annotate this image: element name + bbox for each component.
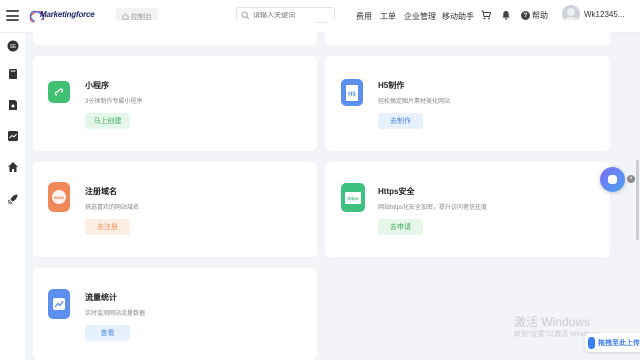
card-desc: 3分钟制作专属小程序 [85, 99, 143, 105]
brand-name: Marketingforce [40, 10, 95, 19]
view-traffic-button[interactable]: 查看 [85, 325, 130, 341]
mini-program-icon [48, 81, 70, 103]
statistics-icon[interactable] [7, 130, 19, 142]
search-input[interactable] [253, 11, 333, 19]
book-icon[interactable] [7, 68, 19, 80]
card-title: 流量统计 [85, 293, 117, 302]
assistant-float-icon[interactable] [600, 167, 625, 192]
svg-text:www: www [53, 195, 65, 200]
card-desc: 实时监测网站流量数据 [85, 311, 146, 317]
register-domain-button[interactable]: 去注册 [85, 219, 130, 235]
card-h5: H5 H5制作 轻松搞定图片素材美化网站 去制作 [325, 56, 610, 151]
scrollbar[interactable] [636, 160, 639, 240]
cart-icon[interactable] [481, 10, 491, 20]
left-sidebar: SE [0, 33, 25, 360]
upload-icon [588, 336, 595, 349]
rocket-icon[interactable] [7, 193, 19, 205]
card-traffic: 流量统计 实时监测网站流量数据 查看 [33, 268, 317, 360]
card-mini-program: 小程序 3分钟制作专属小程序 马上创建 [33, 56, 317, 151]
card-title: H5制作 [378, 81, 405, 90]
h5-icon: H5 [341, 79, 363, 106]
username[interactable]: Wk12345... [584, 10, 624, 19]
help-icon: ? [521, 11, 530, 20]
svg-text:H5: H5 [348, 92, 356, 98]
menu-icon[interactable] [6, 10, 19, 21]
card-desc: 轻松搞定图片素材美化网站 [378, 99, 451, 105]
create-mini-program-button[interactable]: 马上创建 [85, 113, 130, 129]
svg-text:https: https [348, 196, 359, 201]
card-domain: www 注册域名 挑选喜欢的网站域名 去注册 [33, 162, 317, 257]
traffic-chart-icon [48, 289, 70, 319]
svg-text:SE: SE [10, 44, 17, 50]
card-partial-left [33, 20, 317, 45]
card-desc: 挑选喜欢的网站域名 [85, 205, 140, 211]
search-icon [241, 10, 250, 19]
activation-watermark-title: 激活 Windows [514, 315, 591, 329]
apply-https-button[interactable]: 去申请 [378, 219, 423, 235]
https-icon: https [341, 183, 365, 212]
card-title: Https安全 [378, 187, 415, 196]
console-icon [122, 13, 129, 20]
card-desc: 网站https化安全加密，提升访问者信任度 [378, 205, 488, 211]
www-icon: www [48, 182, 70, 212]
home-icon[interactable] [7, 161, 19, 173]
bell-icon[interactable] [501, 10, 511, 20]
card-partial-right [325, 20, 610, 45]
card-https: https Https安全 网站https化安全加密，提升访问者信任度 去申请 [325, 162, 610, 257]
drag-upload-label: 拖拽至此上传 [598, 339, 640, 347]
drag-upload-button[interactable]: 拖拽至此上传 [585, 333, 640, 352]
make-h5-button[interactable]: 去制作 [378, 113, 423, 129]
close-icon[interactable]: × [627, 175, 635, 183]
document-icon[interactable] [7, 99, 19, 111]
seo-icon[interactable]: SE [7, 40, 19, 52]
card-title: 小程序 [85, 81, 109, 90]
card-title: 注册域名 [85, 187, 117, 196]
